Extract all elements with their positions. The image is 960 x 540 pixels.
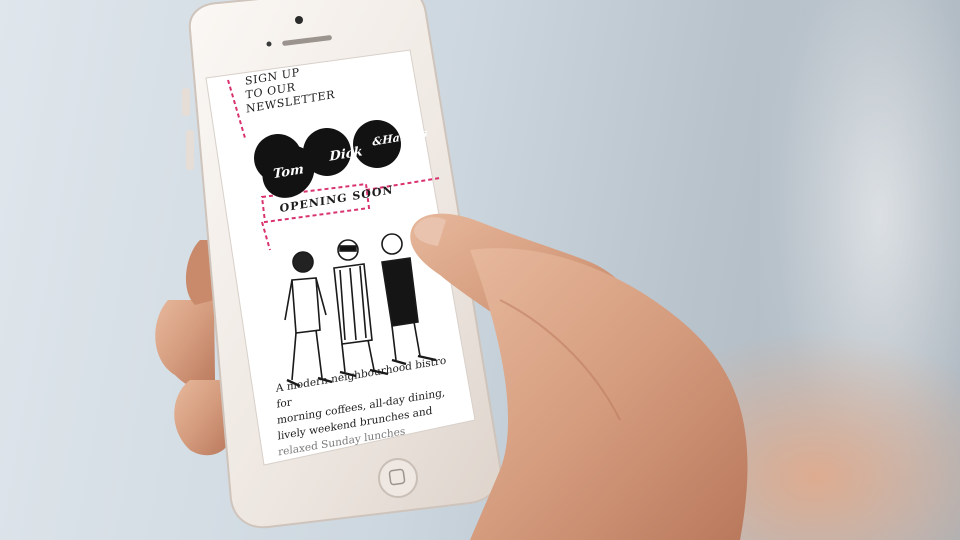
logo-word-harrys: &Harry's [372, 126, 428, 149]
logo: Tom Dick &Harry's [261, 100, 433, 202]
newsletter-signup-link[interactable]: SIGN UP TO OUR NEWSLETTER [245, 60, 335, 117]
logo-word-dick: Dick [329, 143, 363, 165]
screen-content: SIGN UP TO OUR NEWSLETTER Tom Dick &Harr… [214, 12, 492, 474]
